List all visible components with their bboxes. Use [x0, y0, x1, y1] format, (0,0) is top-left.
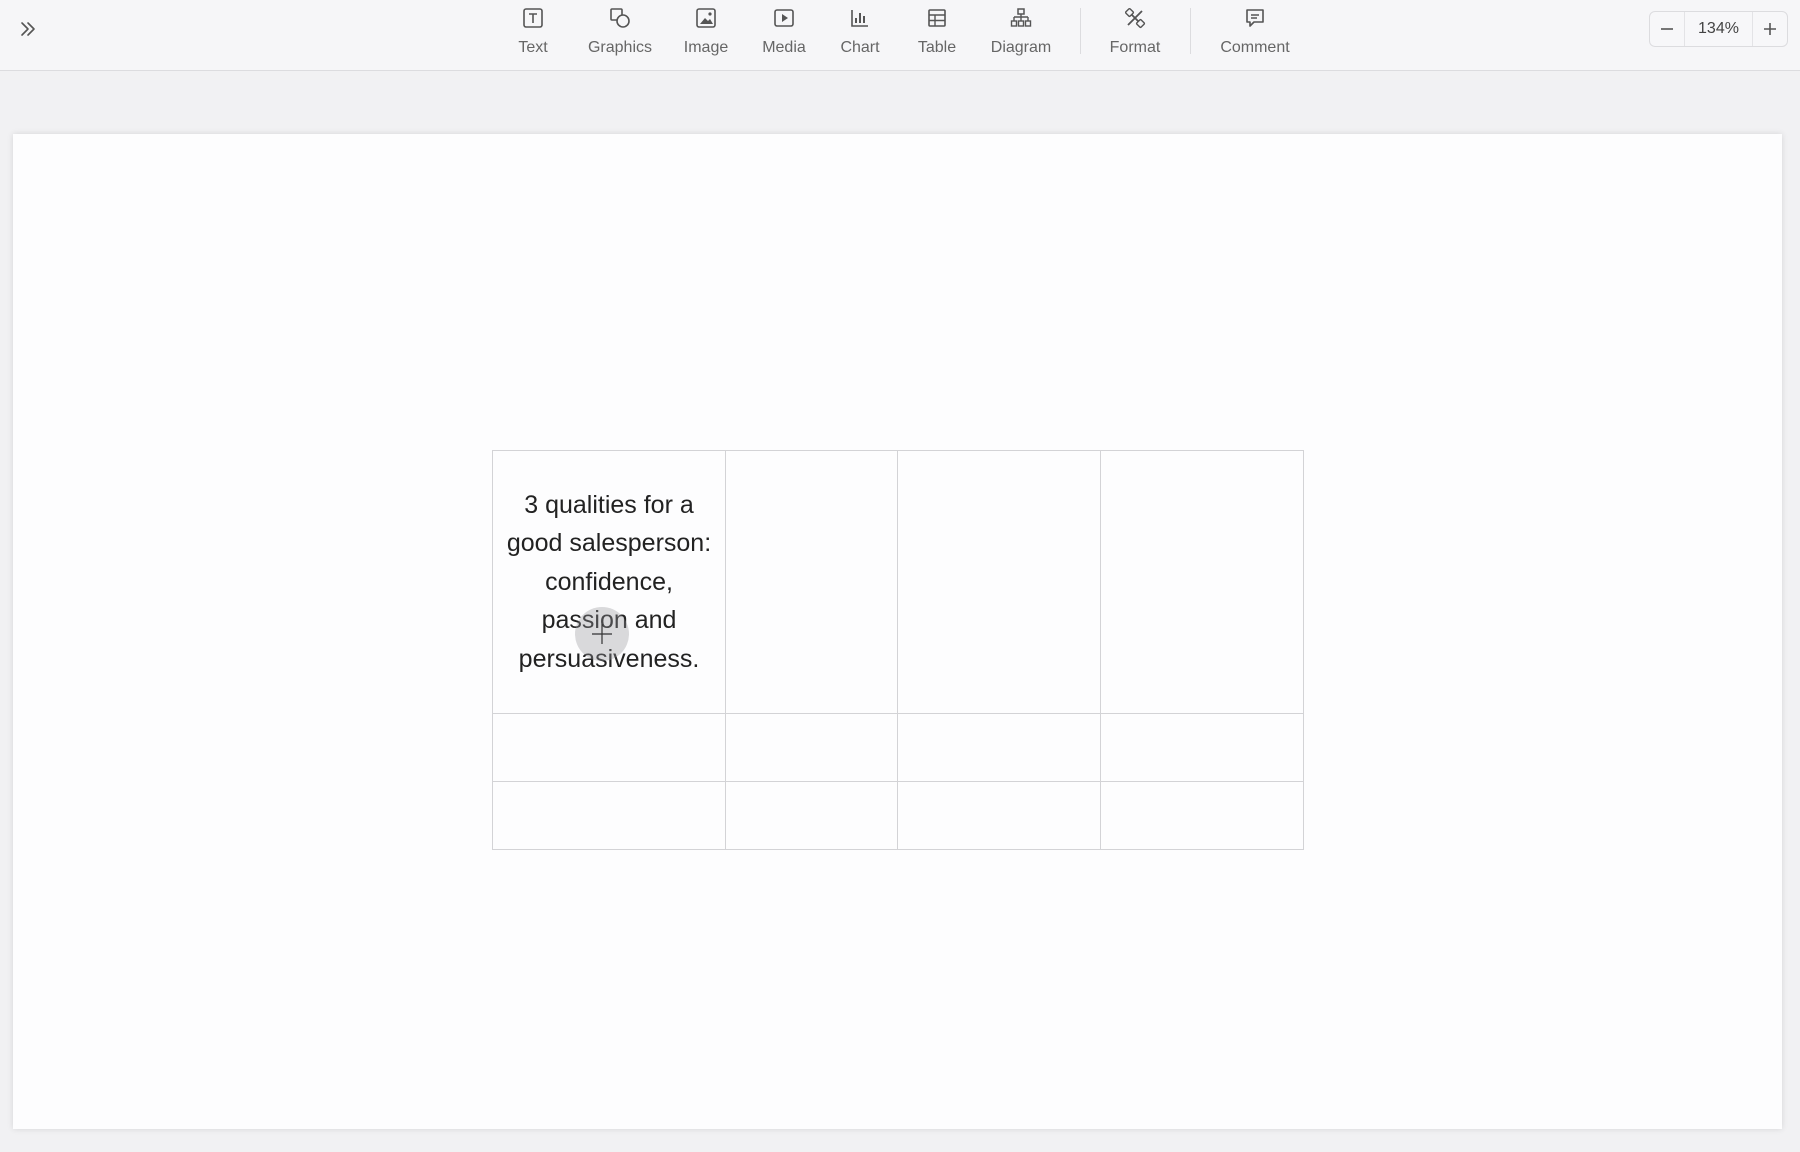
table-tool-label: Table	[917, 39, 957, 56]
image-tool-label: Image	[683, 39, 729, 56]
chart-tool-button[interactable]: Chart	[838, 6, 882, 58]
table-cell[interactable]: 3 qualities for a good salesperson: conf…	[492, 450, 726, 714]
table-row: 3 qualities for a good salesperson: conf…	[492, 450, 1304, 714]
image-icon	[694, 6, 718, 30]
table-cell[interactable]	[897, 713, 1101, 782]
image-tool-button[interactable]: Image	[678, 6, 734, 58]
comment-icon	[1243, 6, 1267, 30]
text-tool-label: Text	[518, 39, 548, 56]
table-cell[interactable]	[725, 781, 898, 850]
plus-icon	[1764, 23, 1776, 35]
table-cell[interactable]	[725, 450, 898, 714]
table-row	[492, 713, 1304, 782]
zoom-level[interactable]: 134%	[1684, 12, 1753, 46]
diagram-icon	[1009, 6, 1033, 30]
graphics-tool-button[interactable]: Graphics	[582, 6, 658, 58]
text-icon	[521, 6, 545, 30]
table-cell[interactable]	[1100, 713, 1304, 782]
table-cell[interactable]	[897, 450, 1101, 714]
table-cell[interactable]	[1100, 450, 1304, 714]
diagram-tool-label: Diagram	[990, 39, 1052, 56]
diagram-tool-button[interactable]: Diagram	[986, 6, 1056, 58]
zoom-control: 134%	[1649, 11, 1788, 47]
chart-icon	[848, 6, 872, 30]
expand-sidebar-icon[interactable]	[16, 17, 40, 41]
minus-icon	[1661, 28, 1673, 30]
toolbar-divider	[1080, 8, 1081, 54]
format-icon	[1123, 6, 1147, 30]
slide-table[interactable]: 3 qualities for a good salesperson: conf…	[492, 450, 1304, 850]
toolbar-divider	[1190, 8, 1191, 54]
table-cell[interactable]	[897, 781, 1101, 850]
graphics-icon	[608, 6, 632, 30]
graphics-tool-label: Graphics	[587, 39, 653, 56]
comment-tool-button[interactable]: Comment	[1215, 6, 1295, 58]
format-tool-button[interactable]: Format	[1106, 6, 1164, 58]
format-tool-label: Format	[1109, 39, 1161, 56]
media-icon	[772, 6, 796, 30]
table-cell[interactable]	[1100, 781, 1304, 850]
cell-text[interactable]: 3 qualities for a good salesperson: conf…	[493, 486, 725, 679]
chart-tool-label: Chart	[840, 39, 880, 56]
table-row	[492, 781, 1304, 850]
table-cell[interactable]	[492, 713, 726, 782]
table-icon	[925, 6, 949, 30]
table-cell[interactable]	[492, 781, 726, 850]
comment-tool-label: Comment	[1220, 39, 1290, 56]
zoom-out-button[interactable]	[1650, 12, 1684, 46]
text-tool-button[interactable]: Text	[511, 6, 555, 58]
zoom-in-button[interactable]	[1753, 12, 1787, 46]
media-tool-button[interactable]: Media	[757, 6, 811, 58]
slide-canvas[interactable]: 3 qualities for a good salesperson: conf…	[13, 134, 1782, 1129]
top-toolbar: Text Graphics Image Media Chart Table Di…	[0, 0, 1800, 71]
table-tool-button[interactable]: Table	[913, 6, 961, 58]
media-tool-label: Media	[762, 39, 806, 56]
table-cell[interactable]	[725, 713, 898, 782]
